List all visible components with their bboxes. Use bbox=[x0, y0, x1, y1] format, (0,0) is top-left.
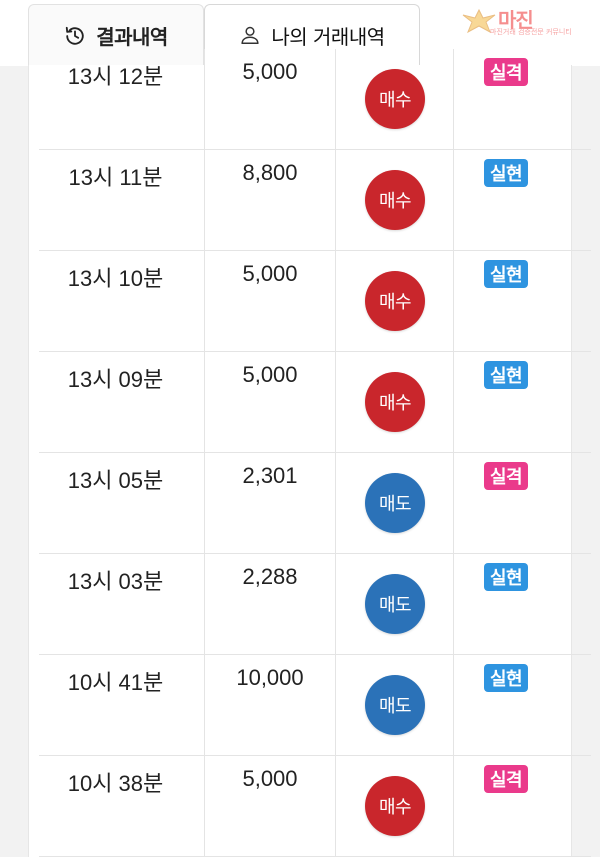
amount-cell: 8,800 bbox=[205, 150, 336, 250]
trade-amount: 8,800 bbox=[242, 160, 298, 185]
trade-time: 10시 41분 bbox=[67, 670, 164, 695]
type-cell: 매수 bbox=[336, 352, 454, 452]
sell-badge: 매도 bbox=[365, 675, 425, 735]
sell-badge: 매도 bbox=[365, 574, 425, 634]
trade-amount: 2,288 bbox=[242, 564, 298, 589]
table-row: 13시 11분 8,800 매수 실현 bbox=[39, 150, 591, 251]
buy-badge: 매수 bbox=[365, 69, 425, 129]
amount-cell: 5,000 bbox=[205, 251, 336, 351]
buy-badge: 매수 bbox=[365, 372, 425, 432]
amount-cell: 5,000 bbox=[205, 49, 336, 149]
result-success-badge: 실현 bbox=[484, 563, 529, 591]
result-fail-badge: 실격 bbox=[484, 58, 529, 86]
result-success-badge: 실현 bbox=[484, 361, 529, 389]
buy-badge: 매수 bbox=[365, 271, 425, 331]
table-row: 10시 41분 10,000 매도 실현 bbox=[39, 655, 591, 756]
result-fail-badge: 실격 bbox=[484, 765, 529, 793]
trade-time: 13시 03분 bbox=[67, 569, 164, 594]
time-cell: 13시 09분 bbox=[39, 352, 205, 452]
type-cell: 매수 bbox=[336, 251, 454, 351]
trade-time: 13시 10분 bbox=[67, 266, 164, 291]
type-cell: 매도 bbox=[336, 453, 454, 553]
watermark-subtext: 마진거래 검증전문 커뮤니티 bbox=[490, 28, 572, 36]
trade-amount: 10,000 bbox=[236, 665, 304, 690]
result-cell: 실격 bbox=[454, 453, 591, 553]
result-cell: 실격 bbox=[454, 49, 591, 149]
trade-time: 13시 12분 bbox=[67, 64, 164, 89]
trade-amount: 5,000 bbox=[242, 766, 298, 791]
trade-time: 13시 09분 bbox=[67, 367, 164, 392]
result-success-badge: 실현 bbox=[484, 159, 529, 187]
type-cell: 매수 bbox=[336, 756, 454, 856]
trade-time: 13시 05분 bbox=[67, 468, 164, 493]
table-row: 10시 38분 5,000 매수 실격 bbox=[39, 756, 591, 857]
tab-my-trades-label: 나의 거래내역 bbox=[271, 24, 385, 49]
time-cell: 13시 05분 bbox=[39, 453, 205, 553]
time-cell: 13시 03분 bbox=[39, 554, 205, 654]
buy-badge: 매수 bbox=[365, 776, 425, 836]
amount-cell: 2,301 bbox=[205, 453, 336, 553]
trade-amount: 5,000 bbox=[242, 362, 298, 387]
result-success-badge: 실현 bbox=[484, 260, 529, 288]
amount-cell: 2,288 bbox=[205, 554, 336, 654]
time-cell: 10시 38분 bbox=[39, 756, 205, 856]
amount-cell: 10,000 bbox=[205, 655, 336, 755]
result-cell: 실현 bbox=[454, 150, 591, 250]
history-icon bbox=[64, 25, 86, 47]
result-success-badge: 실현 bbox=[484, 664, 529, 692]
type-cell: 매도 bbox=[336, 655, 454, 755]
trade-table: 13시 12분 5,000 매수 실격 13시 11분 8,800 매수 실현 13시 10분 5… bbox=[28, 49, 591, 857]
trade-amount: 2,301 bbox=[242, 463, 298, 488]
table-row: 13시 09분 5,000 매수 실현 bbox=[39, 352, 591, 453]
result-cell: 실현 bbox=[454, 352, 591, 452]
trade-amount: 5,000 bbox=[242, 59, 298, 84]
time-cell: 13시 12분 bbox=[39, 49, 205, 149]
result-cell: 실현 bbox=[454, 655, 591, 755]
table-row: 13시 10분 5,000 매수 실현 bbox=[39, 251, 591, 352]
user-icon bbox=[239, 24, 261, 46]
table-row: 13시 03분 2,288 매도 실현 bbox=[39, 554, 591, 655]
watermark-logo: 마진 마진거래 검증전문 커뮤니티 bbox=[462, 4, 598, 38]
time-cell: 10시 41분 bbox=[39, 655, 205, 755]
table-row: 13시 12분 5,000 매수 실격 bbox=[39, 49, 591, 150]
trade-time: 10시 38분 bbox=[67, 771, 164, 796]
result-cell: 실현 bbox=[454, 554, 591, 654]
table-row: 13시 05분 2,301 매도 실격 bbox=[39, 453, 591, 554]
trade-amount: 5,000 bbox=[242, 261, 298, 286]
result-cell: 실현 bbox=[454, 251, 591, 351]
time-cell: 13시 10분 bbox=[39, 251, 205, 351]
sell-badge: 매도 bbox=[365, 473, 425, 533]
type-cell: 매수 bbox=[336, 49, 454, 149]
buy-badge: 매수 bbox=[365, 170, 425, 230]
time-cell: 13시 11분 bbox=[39, 150, 205, 250]
trade-time: 13시 11분 bbox=[68, 165, 163, 190]
amount-cell: 5,000 bbox=[205, 756, 336, 856]
tab-results-label: 결과내역 bbox=[96, 25, 168, 49]
trade-history-screen: 결과내역 나의 거래내역 마진 마진거래 검증전문 커뮤니티 13시 12분 5,… bbox=[0, 0, 600, 857]
type-cell: 매도 bbox=[336, 554, 454, 654]
amount-cell: 5,000 bbox=[205, 352, 336, 452]
result-fail-badge: 실격 bbox=[484, 462, 529, 490]
type-cell: 매수 bbox=[336, 150, 454, 250]
result-cell: 실격 bbox=[454, 756, 591, 856]
